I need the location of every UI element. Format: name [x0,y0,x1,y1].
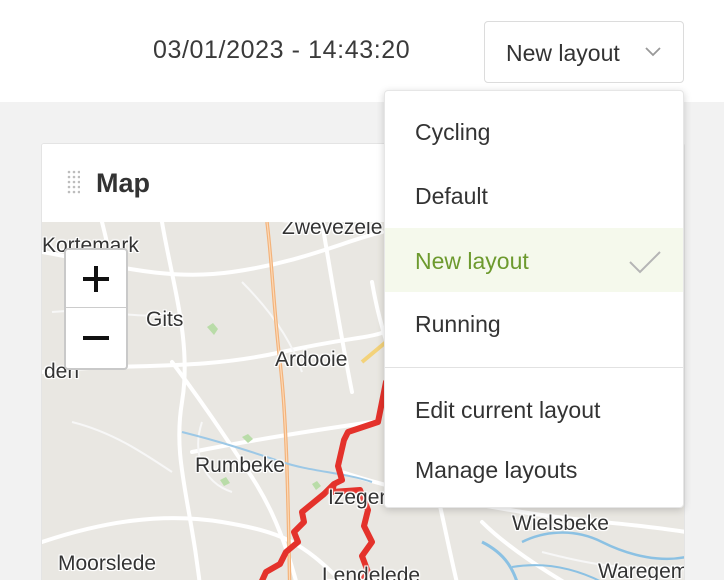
map-label-wielsbeke: Wielsbeke [512,512,609,535]
zoom-out-button[interactable] [66,309,126,367]
layout-select-value: New layout [506,40,620,66]
menu-item-label: Running [415,311,501,337]
checkmark-icon [629,251,661,274]
map-label-waregem: Waregem [598,560,685,580]
map-label-rumbeke: Rumbeke [195,454,285,477]
map-label-zwevezele: Zwevezele [282,222,383,239]
map-label-moorslede: Moorslede [58,552,157,575]
menu-item-label: Default [415,183,488,209]
drag-handle-icon[interactable] [66,169,80,197]
menu-item-label: Manage layouts [415,457,578,483]
menu-item-cycling[interactable]: Cycling [385,99,683,163]
zoom-control [64,248,128,370]
layout-dropdown-menu: Cycling Default New layout Running Edit … [384,90,684,508]
minus-icon [83,336,109,340]
layout-select[interactable]: New layout [484,21,684,83]
menu-item-new-layout[interactable]: New layout [385,228,683,292]
zoom-in-button[interactable] [66,250,126,308]
map-label-ardooie: Ardooie [275,348,348,371]
plus-icon [83,266,109,292]
top-bar: 03/01/2023 - 14:43:20 New layout [0,0,724,102]
menu-item-label: New layout [415,248,529,274]
map-label-lendelede: Lendelede [322,564,421,580]
datetime-display: 03/01/2023 - 14:43:20 [153,36,411,64]
card-title: Map [96,168,150,198]
menu-item-edit-current-layout[interactable]: Edit current layout [385,377,683,441]
menu-item-label: Edit current layout [415,397,601,423]
chevron-down-icon [645,47,661,57]
menu-item-default[interactable]: Default [385,163,683,227]
menu-item-running[interactable]: Running [385,291,683,355]
menu-divider [385,367,683,368]
menu-item-manage-layouts[interactable]: Manage layouts [385,437,683,501]
map-label-gits: Gits [146,308,184,331]
menu-item-label: Cycling [415,119,491,145]
